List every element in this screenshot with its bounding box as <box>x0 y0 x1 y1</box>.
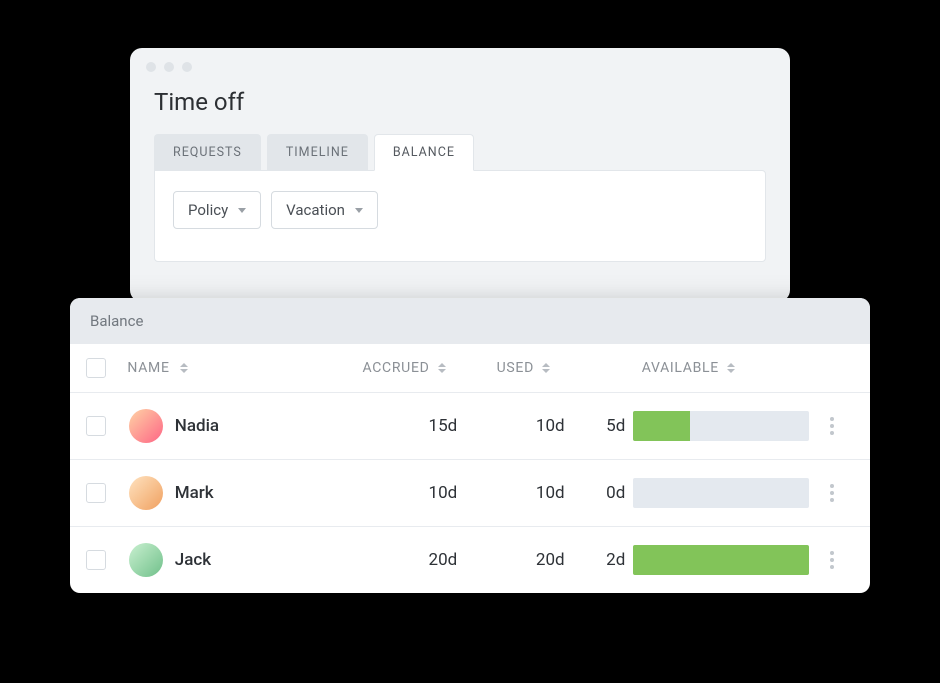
tab-timeline[interactable]: TIMELINE <box>267 134 368 171</box>
window-dot <box>164 62 174 72</box>
caret-down-icon <box>238 208 246 213</box>
row-used: 10d <box>536 416 565 436</box>
table-row: Mark 10d 10d 0d <box>70 460 870 527</box>
select-all-checkbox[interactable] <box>86 358 106 378</box>
available-bar <box>633 545 809 575</box>
row-accrued: 20d <box>429 550 458 570</box>
column-name-label: NAME <box>127 360 169 376</box>
row-accrued: 15d <box>429 416 458 436</box>
window-controls <box>130 48 790 82</box>
available-bar-fill <box>633 411 689 441</box>
available-bar-fill <box>633 545 809 575</box>
table-row: Nadia 15d 10d 5d <box>70 393 870 460</box>
row-name: Jack <box>175 550 211 570</box>
available-bar <box>633 411 809 441</box>
sort-icon[interactable] <box>180 363 188 373</box>
row-name: Mark <box>175 483 214 503</box>
app-window: Time off REQUESTS TIMELINE BALANCE Polic… <box>130 48 790 302</box>
column-accrued-label: ACCRUED <box>362 360 429 376</box>
tab-bar: REQUESTS TIMELINE BALANCE <box>130 134 790 171</box>
row-checkbox[interactable] <box>86 550 106 570</box>
sort-icon[interactable] <box>438 363 446 373</box>
window-dot <box>182 62 192 72</box>
filter-panel: Policy Vacation <box>154 170 766 262</box>
row-checkbox[interactable] <box>86 483 106 503</box>
avatar <box>129 476 163 510</box>
row-actions-menu[interactable] <box>824 478 840 508</box>
sort-icon[interactable] <box>727 363 735 373</box>
tab-requests[interactable]: REQUESTS <box>154 134 261 171</box>
caret-down-icon <box>355 208 363 213</box>
row-accrued: 10d <box>429 483 458 503</box>
tab-balance[interactable]: BALANCE <box>374 134 474 171</box>
policy-dropdown-label: Policy <box>188 201 228 219</box>
sort-icon[interactable] <box>542 363 550 373</box>
window-dot <box>146 62 156 72</box>
policy-value-label: Vacation <box>286 201 345 219</box>
column-available-label: AVAILABLE <box>642 360 719 376</box>
table-header-row: NAME ACCRUED USED AVAILABLE <box>70 344 870 393</box>
row-available: 5d <box>606 416 625 436</box>
balance-card: Balance NAME ACCRUED USED AVAILABLE Nadi… <box>70 298 870 593</box>
row-checkbox[interactable] <box>86 416 106 436</box>
row-name: Nadia <box>175 416 219 436</box>
row-actions-menu[interactable] <box>824 545 840 575</box>
column-used-label: USED <box>497 360 534 376</box>
card-title: Balance <box>70 298 870 344</box>
table-row: Jack 20d 20d 2d <box>70 527 870 593</box>
row-used: 10d <box>536 483 565 503</box>
policy-value-dropdown[interactable]: Vacation <box>271 191 378 229</box>
row-available: 0d <box>606 483 625 503</box>
avatar <box>129 543 163 577</box>
row-available: 2d <box>606 550 625 570</box>
avatar <box>129 409 163 443</box>
row-used: 20d <box>536 550 565 570</box>
policy-dropdown[interactable]: Policy <box>173 191 261 229</box>
row-actions-menu[interactable] <box>824 411 840 441</box>
page-title: Time off <box>130 82 790 134</box>
available-bar <box>633 478 809 508</box>
